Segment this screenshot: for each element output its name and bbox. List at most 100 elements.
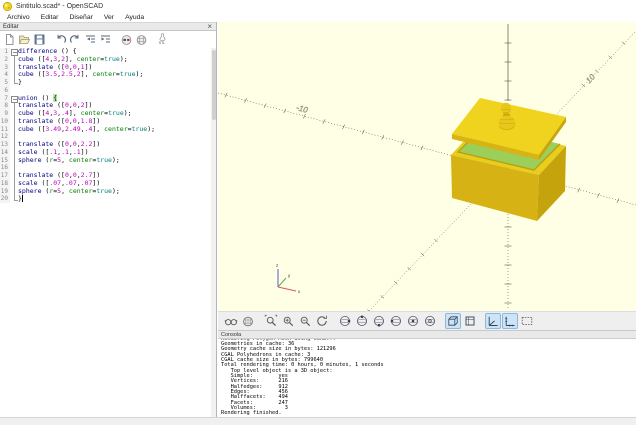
editor-panel-header: Editar × (0, 22, 216, 31)
menu-diseñar[interactable]: Diseñar (64, 14, 98, 21)
code-line-19: 19 sphere (r=5, center=true); (0, 188, 211, 196)
code-text: } (18, 79, 22, 87)
line-number: 12 (0, 133, 10, 141)
editor-scrollbar-thumb[interactable] (212, 50, 216, 120)
console-title: Consola (221, 332, 241, 338)
zoom-out-icon[interactable] (297, 313, 313, 329)
axis-indicator-y-line (278, 278, 286, 287)
view-back-icon[interactable] (422, 313, 438, 329)
line-number: 4 (0, 71, 10, 79)
menu-bar: ArchivoEditarDiseñarVerAyuda (0, 12, 636, 22)
line-number: 6 (0, 87, 10, 95)
fold-marker (10, 64, 18, 72)
editor-toolbar: STL (0, 31, 216, 48)
fold-marker[interactable] (10, 95, 18, 103)
line-number: 9 (0, 110, 10, 118)
line-number: 19 (0, 188, 10, 196)
code-line-15: 15 sphere (r=5, center=true); (0, 157, 211, 165)
indent-icon[interactable] (98, 33, 112, 47)
fold-marker (10, 133, 18, 141)
x-axis-neg-label: -10 (295, 103, 309, 115)
console-output: Rendering Polygon Mesh using CGAL...Geom… (218, 339, 636, 417)
save-file-icon[interactable] (32, 33, 46, 47)
code-text: sphere (r=5, center=true); (18, 157, 120, 165)
axes (218, 24, 636, 311)
line-number: 1 (0, 48, 10, 56)
fold-marker (10, 79, 18, 87)
text-cursor (22, 195, 23, 202)
line-number: 10 (0, 118, 10, 126)
undo-icon[interactable] (53, 33, 67, 47)
view-front-icon[interactable] (405, 313, 421, 329)
fold-marker (10, 164, 18, 172)
orthogonal-icon[interactable] (462, 313, 478, 329)
fold-marker (10, 110, 18, 118)
view-top-icon[interactable] (354, 313, 370, 329)
line-number: 20 (0, 195, 10, 203)
line-number: 5 (0, 79, 10, 87)
menu-archivo[interactable]: Archivo (2, 14, 36, 21)
line-number: 16 (0, 164, 10, 172)
console-line: Rendering finished. (221, 411, 636, 416)
view-left-icon[interactable] (388, 313, 404, 329)
line-number: 2 (0, 56, 10, 64)
stl-label: STL (159, 42, 166, 46)
line-number: 13 (0, 141, 10, 149)
view-right-icon[interactable] (337, 313, 353, 329)
console-panel: Consola Rendering Polygon Mesh using CGA… (218, 331, 636, 417)
redo-icon[interactable] (68, 33, 82, 47)
view-preview-icon[interactable] (223, 313, 239, 329)
render-icon[interactable] (134, 33, 148, 47)
code-text: cube ([3.5,2.5,2], center=true); (18, 71, 143, 79)
view-bottom-icon[interactable] (371, 313, 387, 329)
zoom-in-icon[interactable] (280, 313, 296, 329)
editor-scrollbar[interactable] (211, 48, 216, 417)
viewport-3d[interactable]: -10 10 z y x (218, 22, 636, 311)
code-editor[interactable]: 1difference () {2cube ([4,3,2], center=t… (0, 48, 211, 417)
fold-marker (10, 188, 18, 196)
fold-marker (10, 141, 18, 149)
view-render-icon[interactable] (240, 313, 256, 329)
fold-marker (10, 118, 18, 126)
viewport-toolbar (218, 311, 636, 331)
show-axes-icon[interactable] (485, 313, 501, 329)
fold-marker (10, 157, 18, 165)
new-file-icon[interactable] (2, 33, 16, 47)
fold-marker (10, 126, 18, 134)
perspective-icon[interactable] (445, 313, 461, 329)
menu-ver[interactable]: Ver (99, 14, 120, 21)
console-header: Consola (218, 331, 636, 339)
status-bar (0, 417, 636, 425)
line-number: 18 (0, 180, 10, 188)
fold-marker (10, 180, 18, 188)
editor-panel: Editar × STL 1difference () {2cube ([4,3… (0, 22, 217, 417)
openscad-logo-icon (3, 2, 12, 11)
menu-ayuda[interactable]: Ayuda (120, 14, 150, 21)
show-crosshairs-icon[interactable] (519, 313, 535, 329)
fold-marker (10, 195, 18, 203)
model (451, 98, 566, 221)
line-number: 7 (0, 95, 10, 103)
line-number: 8 (0, 102, 10, 110)
reset-view-icon[interactable] (314, 313, 330, 329)
line-number: 14 (0, 149, 10, 157)
menu-editar[interactable]: Editar (36, 14, 65, 21)
show-scale-markers-icon[interactable] (502, 313, 518, 329)
fold-marker (10, 172, 18, 180)
fold-marker[interactable] (10, 48, 18, 56)
line-number: 17 (0, 172, 10, 180)
close-icon[interactable]: × (207, 24, 212, 29)
fold-marker (10, 149, 18, 157)
code-text: cube ([3.49,2.49,.4], center=true); (18, 126, 155, 134)
export-stl-icon[interactable]: STL (155, 33, 169, 47)
line-number: 15 (0, 157, 10, 165)
line-number: 3 (0, 64, 10, 72)
axis-scale-labels: -10 10 (295, 72, 597, 115)
render-preview-icon[interactable] (119, 33, 133, 47)
line-number: 11 (0, 126, 10, 134)
unindent-icon[interactable] (83, 33, 97, 47)
zoom-all-icon[interactable] (263, 313, 279, 329)
axis-indicator-x-line (278, 287, 296, 291)
open-file-icon[interactable] (17, 33, 31, 47)
code-text: sphere (r=5, center=true); (18, 188, 120, 196)
